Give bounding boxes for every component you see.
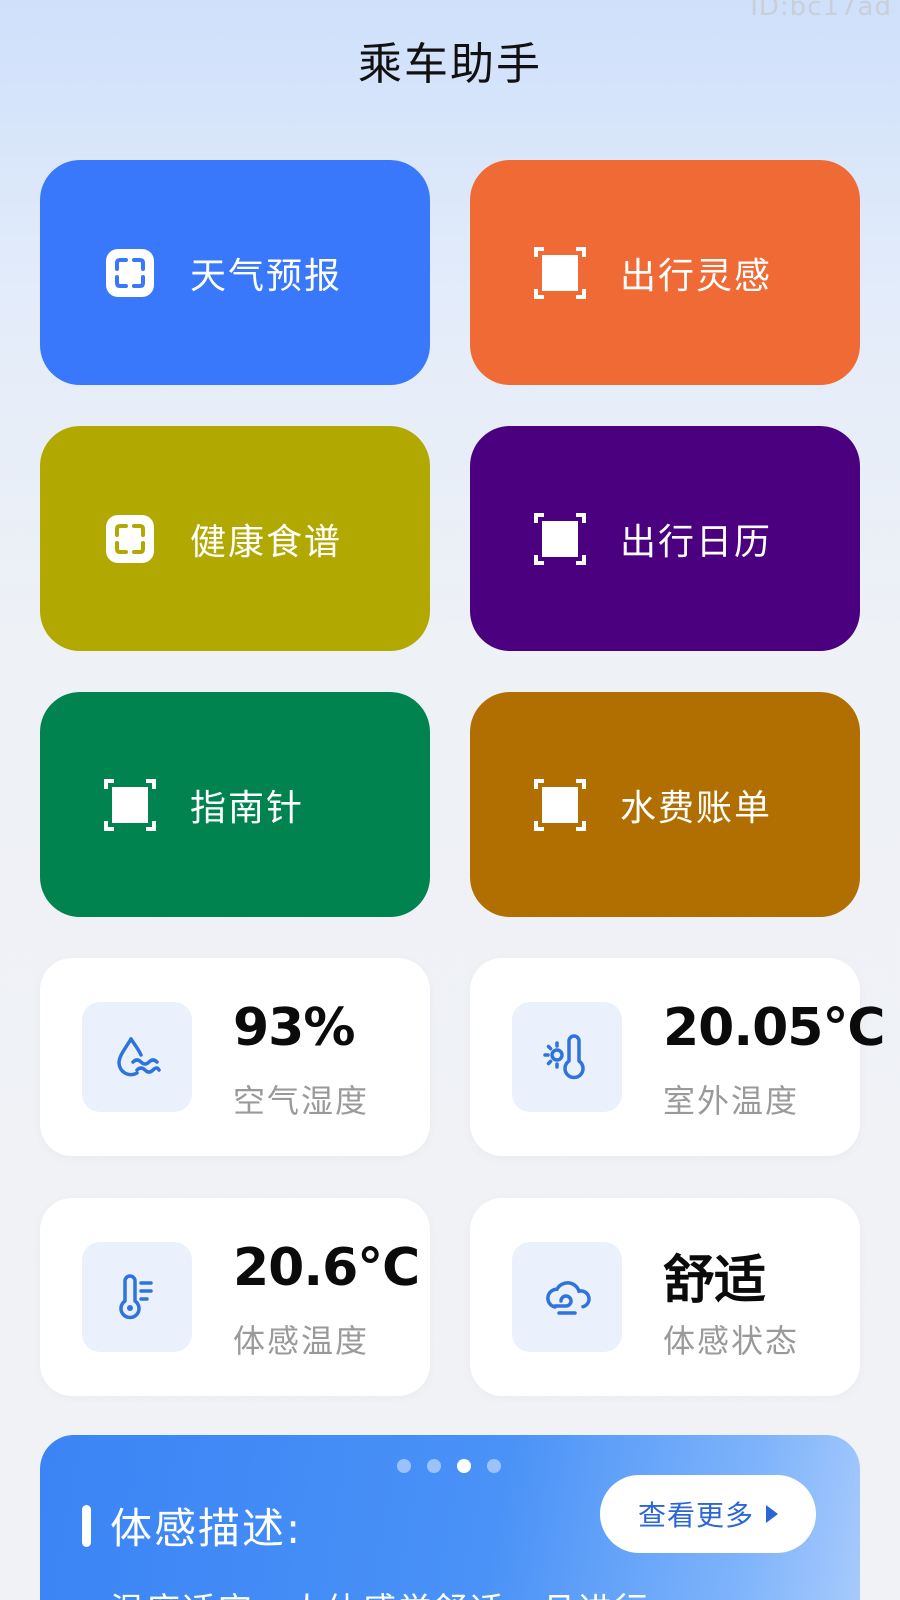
tile-label: 健康食谱: [190, 521, 343, 563]
thermometer-icon: [119, 1274, 153, 1320]
tile-healthy-recipes[interactable]: 健康食谱: [40, 426, 430, 651]
scan-frame-icon: [106, 248, 154, 297]
carousel-dot[interactable]: [397, 1459, 411, 1473]
crop-square-icon: [534, 246, 586, 299]
crop-square-icon: [534, 778, 586, 831]
banner-heading: 体感描述:: [110, 1504, 303, 1553]
crop-square-icon: [534, 512, 586, 565]
view-more-button[interactable]: 查看更多: [600, 1475, 816, 1553]
tile-water-bill[interactable]: 水费账单: [470, 692, 860, 917]
stat-card-outdoor-temperature: 20.05℃ 室外温度: [470, 958, 885, 1156]
outdoor-temperature-label: 室外温度: [663, 1082, 800, 1120]
stat-card-air-humidity: 93% 空气湿度: [40, 958, 430, 1156]
tile-compass[interactable]: 指南针: [40, 692, 430, 917]
wind-cloud-icon: [546, 1281, 591, 1315]
play-arrow-icon: [766, 1505, 778, 1523]
stat-icon-box: [512, 1002, 622, 1112]
tile-travel-calendar[interactable]: 出行日历: [470, 426, 860, 651]
tile-label: 天气预报: [190, 255, 343, 297]
stat-icon-box: [82, 1242, 192, 1352]
carousel-dot-active[interactable]: [457, 1459, 471, 1473]
comfort-status-value: 舒适: [663, 1251, 766, 1311]
page-title: 乘车助手: [358, 39, 542, 90]
stat-icon-box: [512, 1242, 622, 1352]
feels-description-banner[interactable]: 体感描述: 查看更多 温度适宜，人体感觉舒适，且进行: [40, 1435, 860, 1600]
outdoor-temperature-value: 20.05℃: [663, 998, 885, 1058]
crop-square-icon: [104, 778, 156, 831]
stat-card-feels-like-temperature: 20.6℃ 体感温度: [40, 1198, 430, 1396]
tile-label: 水费账单: [620, 787, 773, 829]
tile-label: 出行灵感: [620, 255, 773, 297]
tile-weather-forecast[interactable]: 天气预报: [40, 160, 430, 385]
air-humidity-label: 空气湿度: [233, 1082, 370, 1120]
banner-description: 温度适宜，人体感觉舒适，且进行: [110, 1583, 650, 1600]
heading-accent-bar: [82, 1505, 91, 1547]
humidity-drop-icon: [117, 1037, 161, 1077]
comfort-status-label: 体感状态: [663, 1322, 800, 1360]
carousel-dot[interactable]: [427, 1459, 441, 1473]
tile-travel-inspiration[interactable]: 出行灵感: [470, 160, 860, 385]
scan-frame-icon: [106, 514, 154, 563]
feels-like-temperature-value: 20.6℃: [233, 1238, 420, 1298]
tile-label: 出行日历: [620, 521, 773, 563]
stat-card-comfort-status: 舒适 体感状态: [470, 1198, 860, 1396]
carousel-indicator: [397, 1459, 501, 1473]
watermark-id: ID:bc17ad: [750, 0, 892, 22]
sun-thermometer-icon: [543, 1034, 585, 1080]
view-more-label: 查看更多: [637, 1499, 754, 1532]
tile-label: 指南针: [190, 787, 305, 829]
carousel-dot[interactable]: [487, 1459, 501, 1473]
air-humidity-value: 93%: [233, 998, 355, 1058]
feels-like-temperature-label: 体感温度: [233, 1322, 370, 1360]
stat-icon-box: [82, 1002, 192, 1112]
